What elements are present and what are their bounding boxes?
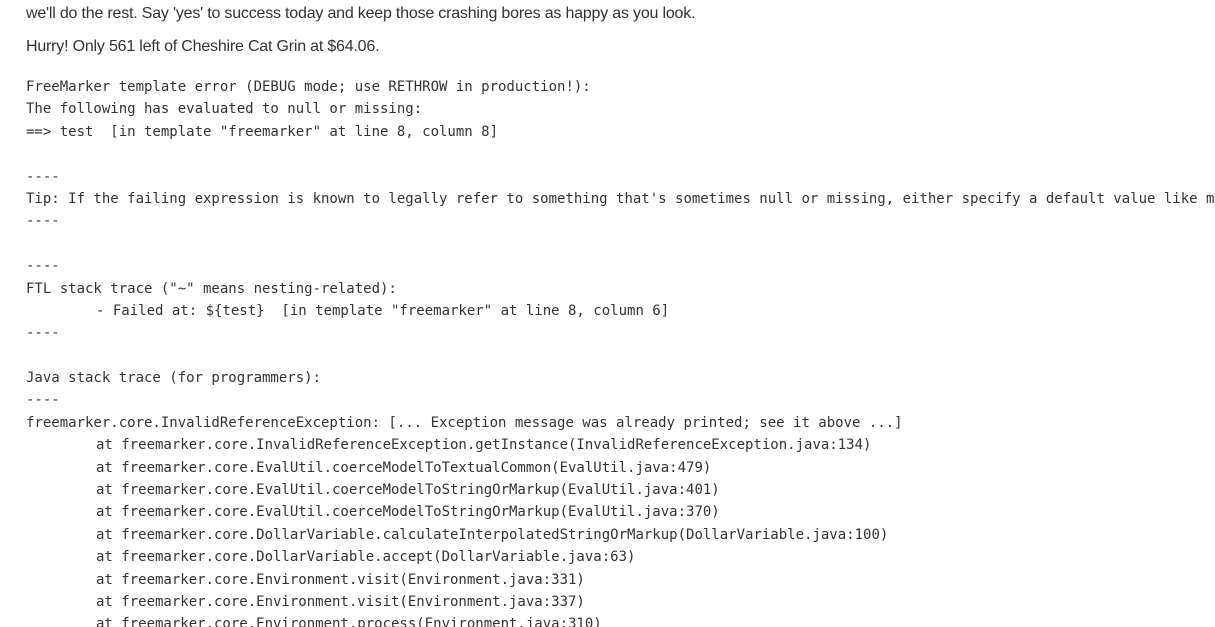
exception-line: freemarker.core.InvalidReferenceExceptio…: [26, 414, 903, 431]
error-expression-line: ==> test [in template "freemarker" at li…: [26, 123, 499, 140]
stack-frame: at freemarker.core.EvalUtil.coerceModelT…: [96, 504, 720, 521]
error-header: FreeMarker template error (DEBUG mode; u…: [26, 79, 591, 95]
stack-frame: at freemarker.core.Environment.visit(Env…: [96, 571, 585, 588]
java-stack-header: Java stack trace (for programmers):: [26, 370, 322, 387]
ftl-failed-line: - Failed at: ${test} [in template "freem…: [96, 302, 670, 319]
stack-frame: at freemarker.core.Environment.process(E…: [96, 616, 602, 627]
ftl-stack-header: FTL stack trace ("~" means nesting-relat…: [26, 280, 397, 297]
error-evaluated-line: The following has evaluated to null or m…: [26, 101, 423, 118]
separator: ----: [26, 325, 60, 342]
separator: ----: [26, 213, 60, 230]
stock-notice: Hurry! Only 561 left of Cheshire Cat Gri…: [26, 38, 380, 55]
freemarker-error-block: FreeMarker template error (DEBUG mode; u…: [26, 76, 1215, 627]
separator: ----: [26, 258, 60, 275]
page: we'll do the rest. Say 'yes' to success …: [0, 0, 1215, 627]
stack-frame: at freemarker.core.DollarVariable.calcul…: [96, 526, 889, 543]
stack-frame: at freemarker.core.EvalUtil.coerceModelT…: [96, 459, 712, 476]
separator: ----: [26, 168, 60, 185]
separator: ----: [26, 392, 60, 409]
intro-text: we'll do the rest. Say 'yes' to success …: [26, 5, 696, 22]
stack-frame: at freemarker.core.DollarVariable.accept…: [96, 549, 636, 566]
stack-frame: at freemarker.core.Environment.visit(Env…: [96, 593, 585, 610]
stack-frame: at freemarker.core.EvalUtil.coerceModelT…: [96, 482, 720, 499]
stack-frame: at freemarker.core.InvalidReferenceExcep…: [96, 437, 872, 454]
tip-line: Tip: If the failing expression is known …: [26, 190, 1215, 207]
